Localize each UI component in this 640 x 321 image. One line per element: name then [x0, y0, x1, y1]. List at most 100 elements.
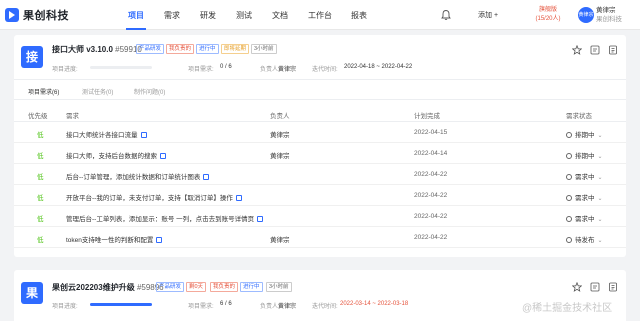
settings-icon[interactable] — [590, 282, 600, 292]
calendar-icon — [257, 216, 263, 222]
nav-item-testing[interactable]: 测试 — [236, 10, 252, 21]
chevron-down-icon: ⌄ — [598, 174, 603, 181]
star-icon[interactable] — [572, 282, 582, 292]
document-icon[interactable] — [608, 282, 618, 292]
project-name: 接口大师 v3.10.0 — [52, 45, 113, 54]
requirement-title[interactable]: 开放平台--我的订单，未支付订单，支持【取消订单】操作 — [66, 192, 242, 202]
calendar-icon — [160, 153, 166, 159]
progress-fill — [90, 303, 152, 306]
due-date: 2022-04-14 — [414, 150, 447, 157]
priority-badge: 低 — [37, 129, 44, 139]
owner-value: 黄律宗 — [278, 64, 296, 73]
project-avatar: 接 — [21, 46, 43, 68]
status-dropdown[interactable]: 排期中⌄ — [566, 150, 603, 160]
project-title[interactable]: 接口大师 v3.10.0 #59910 — [52, 44, 142, 55]
iteration-label: 迭代时间: — [312, 301, 338, 310]
plan-badge[interactable]: 旗舰版 (15/20人) — [528, 6, 568, 24]
owner-label: 负责人: — [260, 64, 280, 73]
plan-name: 旗舰版 — [528, 6, 568, 15]
owner-name: 黄律宗 — [270, 150, 290, 160]
tag-product-dev: 产品研发 — [156, 282, 184, 292]
star-icon[interactable] — [572, 45, 582, 55]
clock-icon — [566, 153, 572, 159]
chevron-down-icon: ⌄ — [598, 216, 603, 223]
iteration-time: 2022-03-14 ~ 2022-03-18 — [340, 301, 408, 307]
clock-icon — [566, 174, 572, 180]
nav-item-workbench[interactable]: 工作台 — [308, 10, 332, 21]
top-nav: 果创科技 项目 需求 研发 测试 文档 工作台 报表 添加 + 旗舰版 (15/… — [0, 0, 640, 30]
requirement-title[interactable]: 接口大师统计各接口流量 — [66, 129, 147, 139]
priority-badge: 低 — [37, 171, 44, 181]
nav-item-requirements[interactable]: 需求 — [164, 10, 180, 21]
add-button[interactable]: 添加 + — [478, 10, 498, 20]
requirement-title[interactable]: token支持唯一性的判断和配置 — [66, 234, 162, 244]
priority-badge: 低 — [37, 213, 44, 223]
iteration-time: 2022-04-18 ~ 2022-04-22 — [344, 64, 412, 70]
table-row[interactable]: 低 管理后台--工单列表，添加显示：账号 一列，点击去到账号详情页 2022-0… — [14, 206, 626, 227]
requirement-title[interactable]: 管理后台--工单列表，添加显示：账号 一列，点击去到账号详情页 — [66, 213, 263, 223]
column-header-owner: 负责人 — [270, 110, 290, 120]
due-date: 2022-04-22 — [414, 171, 447, 178]
owner-label: 负责人: — [260, 301, 280, 310]
project-avatar: 果 — [21, 282, 43, 304]
progress-label: 项目进度: — [52, 64, 78, 73]
avatar[interactable]: 黄律宗 — [578, 7, 594, 23]
nav-active-indicator — [126, 28, 146, 30]
brand-logo[interactable]: 果创科技 — [4, 7, 69, 23]
status-dropdown[interactable]: 需求中⌄ — [566, 171, 603, 181]
watermark: @稀土掘金技术社区 — [522, 299, 612, 314]
nav-item-projects[interactable]: 项目 — [128, 10, 144, 21]
table-row[interactable]: 低 后台--订单管理，添加统计数据和订单统计图表 2022-04-22 需求中⌄ — [14, 164, 626, 185]
tag-updated-time: 3小时前 — [251, 44, 277, 54]
table-row[interactable]: 低 接口大师，支持后台数据的搜索 黄律宗 2022-04-14 排期中⌄ — [14, 143, 626, 164]
tag-mine: 我负责的 — [166, 44, 194, 54]
due-date: 2022-04-22 — [414, 192, 447, 199]
status-dropdown[interactable]: 待发布⌄ — [566, 234, 603, 244]
priority-badge: 低 — [37, 192, 44, 202]
settings-icon[interactable] — [590, 45, 600, 55]
user-menu[interactable]: 黄律宗 果创科技 — [596, 6, 622, 24]
brand-name: 果创科技 — [23, 7, 69, 23]
nav-item-development[interactable]: 研发 — [200, 10, 216, 21]
document-icon[interactable] — [608, 45, 618, 55]
requirements-label: 项目需求: — [188, 64, 214, 73]
requirement-title[interactable]: 后台--订单管理，添加统计数据和订单统计图表 — [66, 171, 209, 181]
project-title[interactable]: 果创云202203维护升级 #59896 — [52, 282, 164, 293]
table-row[interactable]: 低 token支持唯一性的判断和配置 黄律宗 2022-04-22 待发布⌄ — [14, 227, 626, 248]
project-name: 果创云202203维护升级 — [52, 283, 135, 292]
calendar-icon — [203, 174, 209, 180]
progress-bar — [90, 303, 152, 306]
status-dropdown[interactable]: 需求中⌄ — [566, 192, 603, 202]
requirements-count: 0 / 6 — [220, 64, 232, 70]
brand-logo-icon — [4, 7, 20, 23]
clock-icon — [566, 195, 572, 201]
tag-mine: 我负责的 — [210, 282, 238, 292]
requirement-title[interactable]: 接口大师，支持后台数据的搜索 — [66, 150, 166, 160]
tab-test-tasks[interactable]: 测试任务(0) — [82, 87, 113, 96]
bell-icon[interactable] — [440, 9, 452, 21]
plan-seats: (15/20人) — [528, 15, 568, 24]
clock-icon — [566, 132, 572, 138]
due-date: 2022-04-22 — [414, 213, 447, 220]
column-header-priority: 优先级 — [28, 110, 48, 120]
priority-badge: 低 — [37, 234, 44, 244]
table-row[interactable]: 低 接口大师统计各接口流量 黄律宗 2022-04-15 排期中⌄ — [14, 122, 626, 143]
tab-project-requirements[interactable]: 项目需求(6) — [28, 87, 59, 96]
status-dropdown[interactable]: 需求中⌄ — [566, 213, 603, 223]
nav-item-docs[interactable]: 文档 — [272, 10, 288, 21]
owner-value: 黄律宗 — [278, 301, 296, 310]
tag-in-progress: 进行中 — [240, 282, 263, 292]
column-header-status: 需求状态 — [566, 110, 592, 120]
calendar-icon — [156, 237, 162, 243]
nav-item-reports[interactable]: 报表 — [351, 10, 367, 21]
card-divider — [14, 79, 626, 80]
tab-issues[interactable]: 制作问题(0) — [134, 87, 165, 96]
progress-bar — [90, 66, 152, 69]
due-date: 2022-04-22 — [414, 234, 447, 241]
requirements-label: 项目需求: — [188, 301, 214, 310]
column-header-due: 计划完成 — [414, 110, 440, 120]
status-dropdown[interactable]: 排期中⌄ — [566, 129, 603, 139]
table-row[interactable]: 低 开放平台--我的订单，未支付订单，支持【取消订单】操作 2022-04-22… — [14, 185, 626, 206]
clock-icon — [566, 237, 572, 243]
owner-name: 黄律宗 — [270, 129, 290, 139]
